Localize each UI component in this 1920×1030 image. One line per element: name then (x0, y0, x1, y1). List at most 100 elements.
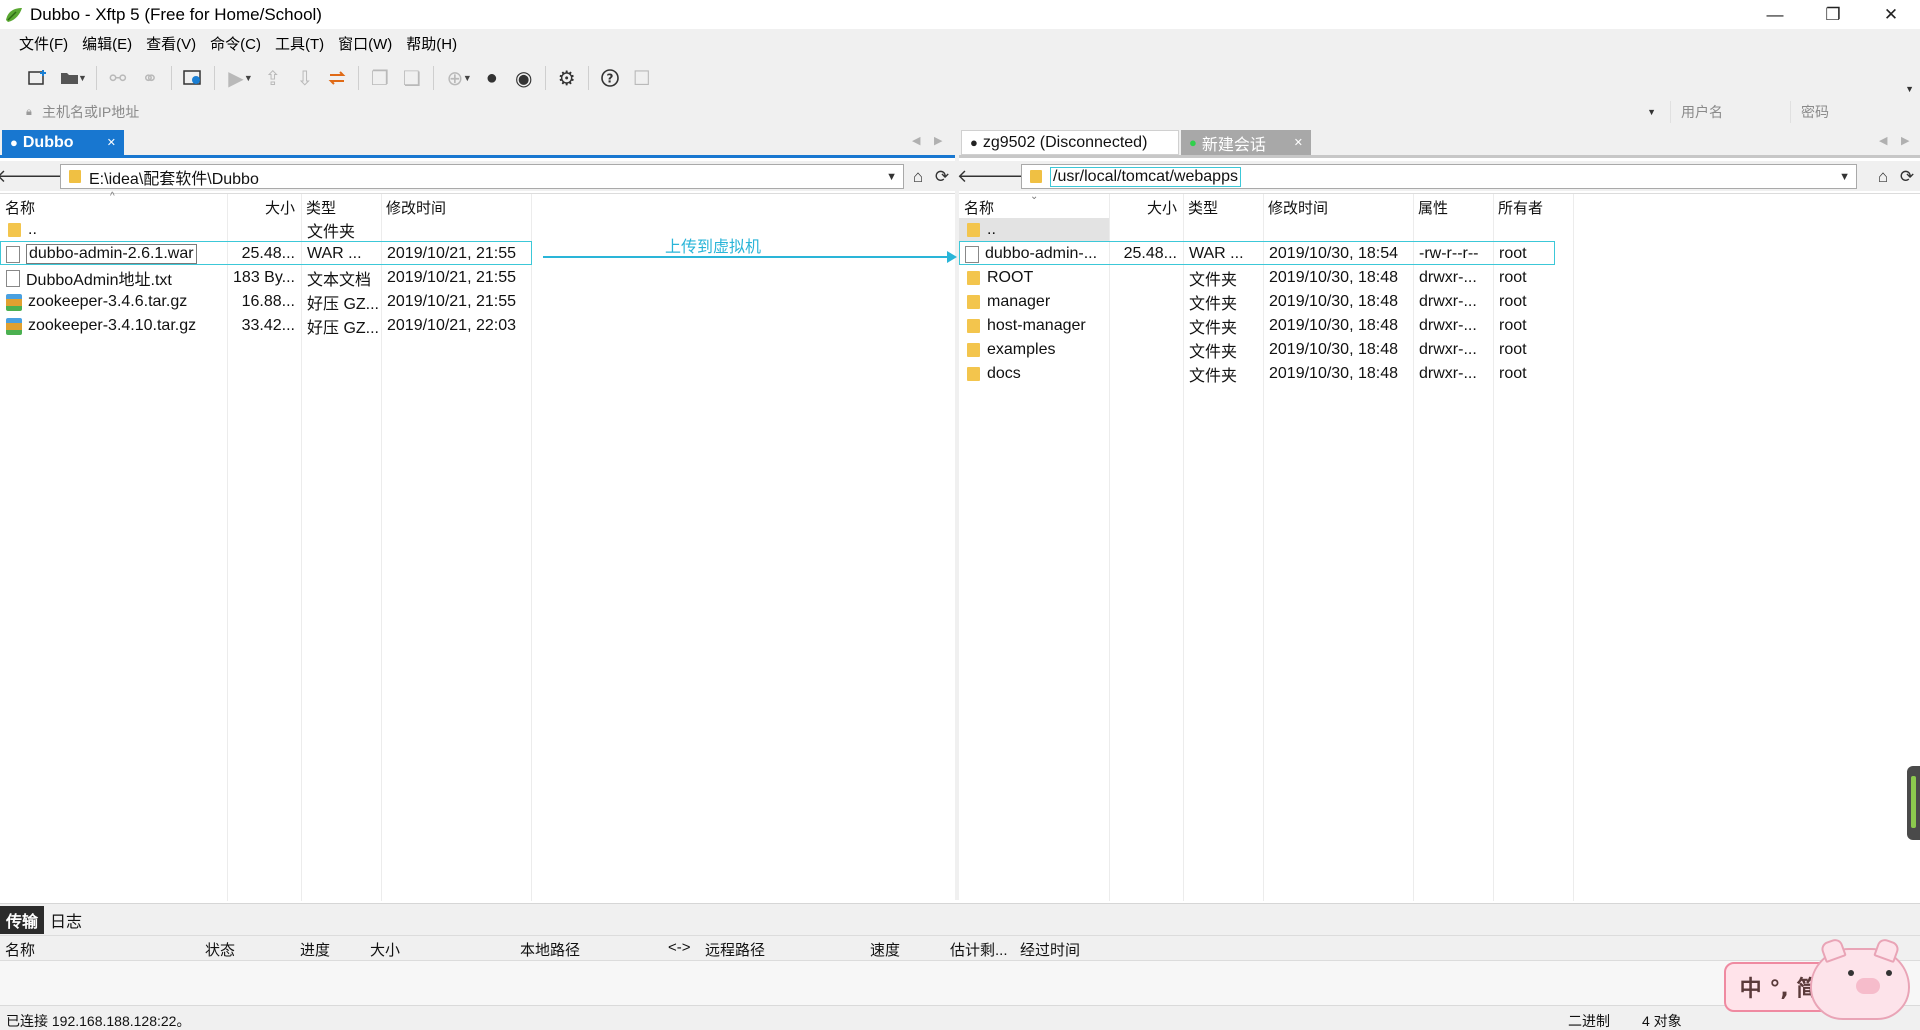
forward-arrow-icon[interactable]: 🡒 (983, 164, 1031, 188)
connect-icon[interactable]: ⚯ (102, 63, 134, 93)
file-row-zookeeper-3410[interactable]: zookeeper-3.4.10.tar.gz 33.42... 好压 GZ..… (0, 314, 531, 338)
col-modified[interactable]: 修改时间 (1263, 194, 1413, 220)
file-row-examples[interactable]: examples 文件夹 2019/10/30, 18:48 drwxr-...… (959, 338, 1573, 362)
file-row-zookeeper-346[interactable]: zookeeper-3.4.6.tar.gz 16.88... 好压 GZ...… (0, 290, 531, 314)
tab-prev-icon[interactable]: ◀ (1879, 134, 1887, 147)
encoding-dropdown-icon[interactable]: ▼ (463, 73, 472, 83)
refresh-icon[interactable]: ⟳ (1895, 166, 1919, 188)
transfer-mode[interactable]: 二进制 (1568, 1011, 1610, 1030)
file-row-docs[interactable]: docs 文件夹 2019/10/30, 18:48 drwxr-... roo… (959, 362, 1573, 386)
host-input[interactable]: 🔒︎ 主机名或IP地址 ▼ (6, 101, 1666, 123)
host-dropdown-icon[interactable]: ▼ (1647, 107, 1656, 117)
password-input[interactable]: 密码 (1790, 101, 1910, 123)
local-path-input[interactable]: E:\idea\配套软件\Dubbo ▼ (60, 164, 904, 189)
col-size[interactable]: 大小 (227, 194, 301, 220)
help-icon[interactable]: ? (594, 63, 626, 93)
sync-icon[interactable] (321, 63, 353, 93)
path-dropdown-icon[interactable]: ▼ (1839, 171, 1850, 183)
file-attributes: drwxr-... (1419, 317, 1477, 334)
file-modified: 2019/10/21, 21:55 (387, 269, 517, 286)
side-gadget[interactable] (1907, 766, 1920, 840)
col-modified[interactable]: 修改时间 (381, 194, 531, 220)
tab-close-icon[interactable]: ✕ (1294, 136, 1303, 149)
tab-transfer[interactable]: 传输 (0, 905, 45, 934)
col-size[interactable]: 大小 (1109, 194, 1183, 220)
folder-up-icon[interactable]: ⌂ (906, 166, 930, 188)
file-row-dubbo-admin-war[interactable]: dubbo-admin-... 25.48... WAR ... 2019/10… (959, 242, 1573, 266)
menu-command[interactable]: 命令(C) (203, 33, 268, 54)
col-transfer-elapsed[interactable]: 经过时间 (1020, 939, 1080, 960)
xshell-icon[interactable]: ● (476, 63, 508, 93)
restore-button[interactable]: ❐ (1804, 0, 1862, 29)
file-row-manager[interactable]: manager 文件夹 2019/10/30, 18:48 drwxr-... … (959, 290, 1573, 314)
col-owner[interactable]: 所有者 (1493, 194, 1573, 220)
forward-arrow-icon[interactable]: 🡒 (22, 164, 70, 188)
file-size: 16.88... (241, 293, 295, 310)
tab-prev-icon[interactable]: ◀ (912, 134, 920, 147)
properties-icon[interactable] (177, 63, 209, 93)
toolbar-overflow-icon[interactable]: ▼ (1905, 84, 1914, 94)
col-name[interactable]: 名称 (0, 194, 227, 220)
username-input[interactable]: 用户名 (1670, 101, 1788, 123)
disconnect-icon[interactable]: ⚭ (134, 63, 166, 93)
col-type[interactable]: 类型 (301, 194, 381, 220)
col-transfer-remote-path[interactable]: 远程路径 (705, 939, 765, 960)
transfer-dropdown-icon[interactable]: ▼ (244, 73, 253, 83)
col-transfer-name[interactable]: 名称 (5, 939, 35, 960)
file-row-root[interactable]: ROOT 文件夹 2019/10/30, 18:48 drwxr-... roo… (959, 266, 1573, 290)
file-size: 25.48... (1123, 245, 1177, 262)
file-row-host-manager[interactable]: host-manager 文件夹 2019/10/30, 18:48 drwxr… (959, 314, 1573, 338)
minimize-button[interactable]: — (1746, 0, 1804, 29)
col-transfer-speed[interactable]: 速度 (870, 939, 900, 960)
file-owner: root (1499, 317, 1527, 334)
copy-icon[interactable]: ❐ (364, 63, 396, 93)
chat-icon[interactable]: ☐ (626, 63, 658, 93)
download-icon[interactable]: ⇩ (289, 63, 321, 93)
file-name: .. (28, 221, 37, 238)
remote-path-input[interactable]: /usr/local/tomcat/webapps ▼ (1021, 164, 1857, 189)
col-transfer-size[interactable]: 大小 (370, 939, 400, 960)
tab-label: Dubbo (22, 133, 74, 151)
path-dropdown-icon[interactable]: ▼ (886, 171, 897, 183)
toolbar: ▼ ⚯ ⚭ ▶ ▼ ⇪ ⇩ ❐ ❏ ⊕ ▼ ● ◉ ⚙ ? ☐ ▼ (0, 58, 1920, 98)
tab-new-session[interactable]: ● 新建会话 ✕ (1181, 130, 1311, 155)
close-button[interactable]: ✕ (1862, 0, 1920, 29)
upload-icon[interactable]: ⇪ (257, 63, 289, 93)
menu-window[interactable]: 窗口(W) (331, 33, 399, 54)
paste-icon[interactable]: ❏ (396, 63, 428, 93)
tab-zg9502[interactable]: ● zg9502 (Disconnected) (961, 130, 1179, 155)
file-name: ROOT (987, 269, 1034, 286)
tab-log[interactable]: 日志 (44, 906, 88, 934)
menu-tools[interactable]: 工具(T) (268, 33, 331, 54)
col-name[interactable]: 名称 (959, 194, 1109, 220)
menu-file[interactable]: 文件(F) (12, 33, 75, 54)
tab-next-icon[interactable]: ▶ (1901, 134, 1909, 147)
menu-help[interactable]: 帮助(H) (399, 33, 464, 54)
remote-file-list: ⌄ 名称 大小 类型 修改时间 属性 所有者 .. dubbo-admin-..… (959, 191, 1920, 901)
menu-view[interactable]: 查看(V) (139, 33, 203, 54)
file-row-parent[interactable]: .. (959, 218, 1573, 242)
tab-close-icon[interactable]: ✕ (107, 136, 116, 149)
folder-up-icon[interactable]: ⌂ (1871, 166, 1895, 188)
file-row-dubboadmin-txt[interactable]: DubboAdmin地址.txt 183 By... 文本文档 2019/10/… (0, 266, 531, 290)
refresh-icon[interactable]: ⟳ (930, 166, 954, 188)
gear-icon[interactable]: ⚙ (551, 63, 583, 93)
col-transfer-direction[interactable]: <-> (668, 939, 691, 956)
file-row-dubbo-admin-war[interactable]: dubbo-admin-2.6.1.war 25.48... WAR ... 2… (0, 242, 531, 266)
folder-icon (967, 319, 980, 333)
col-transfer-progress[interactable]: 进度 (300, 939, 330, 960)
col-transfer-local-path[interactable]: 本地路径 (520, 939, 580, 960)
file-row-parent[interactable]: .. 文件夹 (0, 218, 531, 242)
open-dropdown-icon[interactable]: ▼ (78, 73, 87, 83)
menu-edit[interactable]: 编辑(E) (75, 33, 139, 54)
col-transfer-status[interactable]: 状态 (205, 939, 235, 960)
xshell-session-icon[interactable]: ◉ (508, 63, 540, 93)
window-title: Dubbo - Xftp 5 (Free for Home/School) (30, 4, 322, 24)
pig-mascot-icon[interactable] (1810, 936, 1910, 1020)
col-transfer-eta[interactable]: 估计剩... (950, 939, 1008, 960)
tab-next-icon[interactable]: ▶ (934, 134, 942, 147)
tab-dubbo[interactable]: ● Dubbo ✕ (2, 130, 124, 155)
new-session-icon[interactable] (22, 63, 54, 93)
col-attributes[interactable]: 属性 (1413, 194, 1493, 220)
col-type[interactable]: 类型 (1183, 194, 1263, 220)
